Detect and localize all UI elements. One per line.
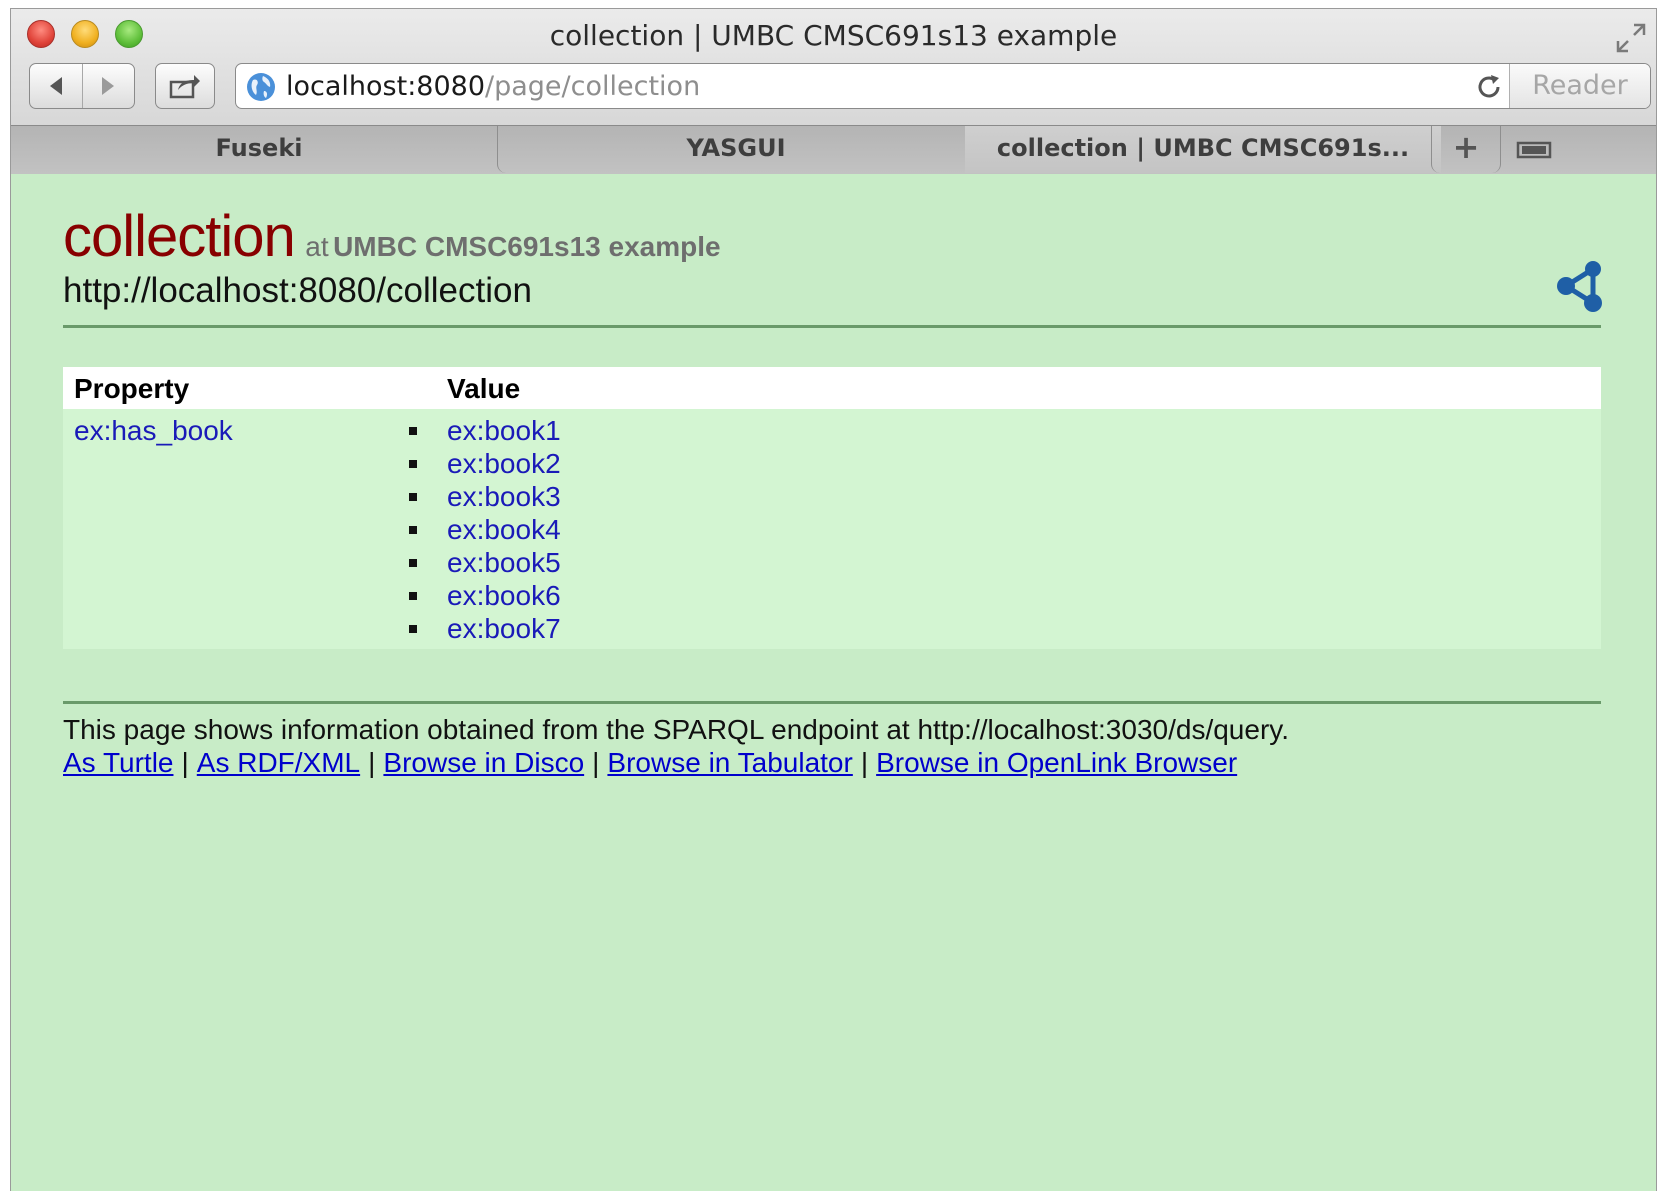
value-link-book3[interactable]: ex:book3 [447, 481, 561, 512]
fullscreen-icon[interactable] [1614, 21, 1648, 55]
page-heading: collection at UMBC CMSC691s13 example [63, 203, 721, 270]
value-list: ex:book1 ex:book2 ex:book3 ex:book4 ex:b… [409, 414, 561, 645]
value-link-book4[interactable]: ex:book4 [447, 514, 561, 545]
tab-yasgui[interactable]: YASGUI [497, 126, 975, 173]
list-item: ex:book3 [409, 480, 561, 513]
browse-in-openlink-link[interactable]: Browse in OpenLink Browser [876, 747, 1237, 778]
property-column-header: Property [74, 373, 190, 404]
table-row: ex:has_book ex:book1 ex:book2 ex:book3 e… [63, 409, 1601, 649]
endpoint-note: This page shows information obtained fro… [63, 714, 1289, 745]
reload-icon[interactable] [1474, 72, 1504, 102]
site-name: UMBC CMSC691s13 example [333, 231, 721, 262]
list-item: ex:book4 [409, 513, 561, 546]
browse-in-disco-link[interactable]: Browse in Disco [383, 747, 584, 778]
link-separator: | [592, 747, 600, 778]
property-link[interactable]: ex:has_book [74, 415, 233, 447]
link-separator: | [860, 747, 869, 778]
browse-in-tabulator-link[interactable]: Browse in Tabulator [607, 747, 852, 778]
tab-fuseki[interactable]: Fuseki [11, 126, 507, 173]
reader-button[interactable]: Reader [1509, 64, 1650, 108]
back-button[interactable] [30, 64, 82, 108]
header-divider [63, 325, 1601, 328]
list-item: ex:book6 [409, 579, 561, 612]
table-header: Property Value [63, 367, 1601, 409]
browser-chrome: collection | UMBC CMSC691s13 example loc… [11, 9, 1656, 174]
new-tab-button[interactable]: + [1431, 126, 1501, 173]
back-arrow-icon [49, 77, 62, 95]
url-host: localhost:8080 [286, 71, 486, 102]
globe-icon [247, 73, 275, 101]
browser-window: collection | UMBC CMSC691s13 example loc… [10, 8, 1657, 1191]
forward-button[interactable] [81, 64, 135, 108]
url-text: localhost:8080/page/collection [286, 71, 700, 102]
rdf-share-icon[interactable] [1553, 259, 1607, 313]
share-button[interactable] [155, 63, 215, 109]
link-separator: | [368, 747, 376, 778]
tab-overview-button[interactable] [1501, 126, 1567, 173]
list-item: ex:book7 [409, 612, 561, 645]
url-path: /page/collection [485, 71, 701, 102]
footer-divider [63, 701, 1601, 704]
tab-overview-icon [1516, 141, 1552, 158]
footer-links: As Turtle | As RDF/XML | Browse in Disco | Bro… [63, 746, 1289, 779]
as-turtle-link[interactable]: As Turtle [63, 747, 173, 778]
list-item: ex:book2 [409, 447, 561, 480]
resource-uri: http://localhost:8080/collection [63, 271, 532, 310]
value-link-book6[interactable]: ex:book6 [447, 580, 561, 611]
tab-bar: Fuseki YASGUI collection | UMBC CMSC691s… [11, 125, 1656, 174]
address-bar[interactable]: localhost:8080/page/collection Reader [235, 63, 1651, 109]
list-item: ex:book5 [409, 546, 561, 579]
link-separator: | [181, 747, 189, 778]
share-icon [169, 75, 200, 99]
page-title: collection [63, 204, 296, 269]
as-rdfxml-link[interactable]: As RDF/XML [197, 747, 360, 778]
list-item: ex:book1 [409, 414, 561, 447]
window-title: collection | UMBC CMSC691s13 example [549, 19, 1118, 52]
property-table: Property Value ex:has_book ex:book1 ex:b… [63, 367, 1601, 649]
tab-collection[interactable]: collection | UMBC CMSC691s... [965, 126, 1441, 173]
site-at: at [305, 231, 329, 262]
forward-arrow-icon [102, 77, 115, 95]
page-footer: This page shows information obtained fro… [63, 713, 1289, 779]
value-link-book5[interactable]: ex:book5 [447, 547, 561, 578]
plus-icon: + [1452, 128, 1480, 166]
value-column-header: Value [447, 373, 521, 404]
value-link-book1[interactable]: ex:book1 [447, 415, 561, 446]
value-link-book2[interactable]: ex:book2 [447, 448, 561, 479]
history-nav [29, 63, 135, 109]
value-link-book7[interactable]: ex:book7 [447, 613, 561, 644]
